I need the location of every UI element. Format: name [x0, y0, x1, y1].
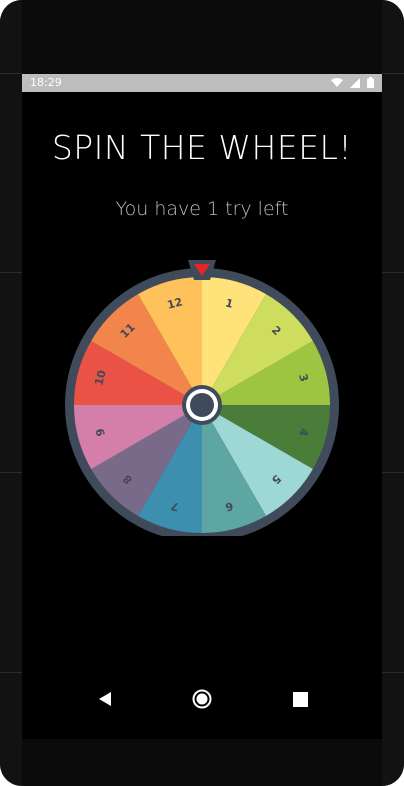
phone-frame: 18:29 SPIN THE WHEEL! You have 1 try lef… — [0, 0, 404, 786]
bezel-divider — [382, 73, 404, 74]
bezel-right — [382, 0, 404, 786]
prize-wheel[interactable]: 1 2 3 4 5 6 7 8 9 10 11 12 — [62, 256, 342, 542]
back-icon — [99, 692, 111, 706]
status-icons — [331, 77, 374, 88]
navigation-bar — [22, 674, 382, 724]
nav-back-button[interactable] — [90, 684, 120, 714]
hub-center — [190, 393, 214, 417]
tries-remaining-text: You have 1 try left — [115, 198, 289, 220]
page-title: SPIN THE WHEEL! — [51, 128, 353, 167]
bezel-divider — [0, 472, 22, 473]
app-screen: 18:29 SPIN THE WHEEL! You have 1 try lef… — [22, 74, 382, 739]
status-time: 18:29 — [30, 76, 62, 89]
bezel-divider — [0, 272, 22, 273]
wifi-icon — [331, 77, 343, 87]
bezel-divider — [0, 672, 22, 673]
recents-icon — [292, 691, 308, 707]
bezel-divider — [382, 272, 404, 273]
bezel-divider — [0, 73, 22, 74]
bezel-left — [0, 0, 22, 786]
nav-home-button[interactable] — [187, 684, 217, 714]
nav-recents-button[interactable] — [285, 684, 315, 714]
home-icon — [192, 689, 212, 709]
status-bar: 18:29 — [22, 74, 382, 92]
wheel-graphic[interactable]: 123456789101112 — [62, 256, 342, 542]
signal-icon — [350, 77, 360, 88]
bezel-divider — [382, 472, 404, 473]
battery-icon — [367, 77, 374, 88]
bezel-divider — [382, 672, 404, 673]
